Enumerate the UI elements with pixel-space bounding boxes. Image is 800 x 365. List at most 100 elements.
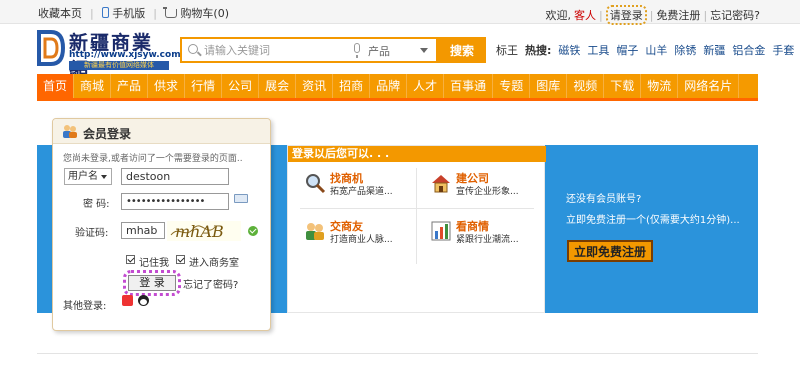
hot-label: 热搜: <box>525 44 552 57</box>
nav-item-gallery[interactable]: 图库 <box>530 74 568 98</box>
benefit-item[interactable]: 交商友 打造商业人脉... <box>302 218 422 258</box>
enter-office-label: 进入商务室 <box>189 258 239 269</box>
benefit-item[interactable]: 看商情 紧跟行业潮流... <box>428 218 548 258</box>
divider: | <box>153 6 157 20</box>
people-icon <box>306 223 324 240</box>
login-notice: 您尚未登录,或者访问了一个需要登录的页面.. <box>63 154 243 164</box>
house-icon <box>432 175 450 193</box>
benefit-item[interactable]: 找商机 拓宽产品渠道... <box>302 170 422 210</box>
benefit-item[interactable]: 建公司 宣传企业形象... <box>428 170 548 210</box>
hot-keyword[interactable]: 工具 <box>587 42 609 58</box>
benefits-title: 登录以后您可以. . . <box>288 146 546 162</box>
benefit-desc: 拓宽产品渠道... <box>330 187 393 197</box>
register-link[interactable]: 免费注册 <box>656 7 700 23</box>
chevron-down-icon[interactable] <box>420 48 428 53</box>
login-header: 会员登录 <box>53 119 270 144</box>
benefit-desc: 打造商业人脉... <box>330 235 393 245</box>
hot-keyword[interactable]: 山羊 <box>645 42 667 58</box>
login-type-select[interactable]: 用户名 <box>64 168 112 185</box>
login-link[interactable]: 请登录 <box>605 5 647 25</box>
other-login-label: 其他登录: <box>63 301 107 312</box>
nav-item-products[interactable]: 产品 <box>111 74 149 98</box>
search-category-select[interactable]: 产品 <box>368 43 390 59</box>
microphone-icon[interactable] <box>354 43 360 58</box>
nav-item-topics[interactable]: 专题 <box>493 74 531 98</box>
password-field[interactable]: •••••••••••••••• <box>121 193 229 210</box>
forgot-password-link[interactable]: 忘记密码? <box>710 7 760 23</box>
nav-item-news[interactable]: 资讯 <box>296 74 334 98</box>
hot-keyword[interactable]: 手套 <box>772 42 794 58</box>
magnifier-icon <box>306 174 326 194</box>
hot-prefix[interactable]: 标王 <box>496 42 518 58</box>
check-icon <box>248 226 258 236</box>
login-title: 会员登录 <box>83 127 132 141</box>
cart-label: 购物车(0) <box>180 7 230 20</box>
divider: | <box>649 8 654 22</box>
header: 新疆商業網 http://www.xjsyw.com 新疆最有价值网络媒体 产品… <box>0 24 800 81</box>
nav-item-exhibitions[interactable]: 展会 <box>259 74 297 98</box>
hot-keyword[interactable]: 除锈 <box>674 42 696 58</box>
captcha-label: 验证码: <box>75 228 109 239</box>
cart-link[interactable]: 购物车(0) <box>162 5 230 21</box>
hot-search: 标王 热搜: 磁铁 工具 帽子 山羊 除锈 新疆 铝合金 手套 鞋 <box>496 42 800 58</box>
divider: | <box>703 8 708 22</box>
benefits-panel: 登录以后您可以. . . 找商机 拓宽产品渠道... 建公司 宣传企业形象...… <box>287 145 548 313</box>
members-icon <box>63 125 77 138</box>
hot-keyword[interactable]: 铝合金 <box>732 42 765 58</box>
divider <box>37 353 758 354</box>
password-label: 密 码: <box>83 199 110 210</box>
captcha-image[interactable]: mhAB <box>167 221 241 241</box>
search-icon <box>188 44 198 54</box>
bookmark-link[interactable]: 收藏本页 <box>38 5 82 21</box>
top-bar-right: 欢迎, 客人 | 请登录 | 免费注册 | 忘记密码? <box>546 5 760 25</box>
nav-item-investment[interactable]: 招商 <box>333 74 371 98</box>
captcha-text: mhAB <box>175 222 224 241</box>
weibo-icon[interactable] <box>122 295 133 306</box>
enter-office-checkbox[interactable] <box>176 255 185 264</box>
username-field[interactable]: destoon <box>121 168 229 185</box>
nav-item-companies[interactable]: 公司 <box>222 74 260 98</box>
main-nav: 首页 商城 产品 供求 行情 公司 展会 资讯 招商 品牌 人才 百事通 专题 … <box>37 74 758 101</box>
nav-item-brands[interactable]: 品牌 <box>370 74 408 98</box>
hot-keyword[interactable]: 新疆 <box>703 42 725 58</box>
bar-chart-icon <box>431 221 451 241</box>
register-now-button[interactable]: 立即免费注册 <box>567 240 653 262</box>
top-bar-left: 收藏本页 | 手机版 | 购物车(0) <box>38 5 229 21</box>
nav-item-download[interactable]: 下载 <box>604 74 642 98</box>
logo-slogan: 新疆最有价值网络媒体 <box>69 61 169 70</box>
top-bar: 收藏本页 | 手机版 | 购物车(0) 欢迎, 客人 | 请登录 | 免费注册 … <box>0 0 800 25</box>
forgot-password-link[interactable]: 忘记了密码? <box>183 276 238 291</box>
phone-icon <box>101 7 109 18</box>
nav-item-supply[interactable]: 供求 <box>148 74 186 98</box>
benefit-desc: 紧跟行业潮流... <box>456 235 519 245</box>
mobile-link[interactable]: 手机版 <box>101 5 146 21</box>
hot-keyword[interactable]: 帽子 <box>616 42 638 58</box>
nav-item-quotes[interactable]: 行情 <box>185 74 223 98</box>
keyboard-icon[interactable] <box>234 194 248 203</box>
guest-name: 客人 <box>574 9 596 22</box>
captcha-field[interactable]: mhab <box>121 222 165 239</box>
social-login <box>122 295 150 309</box>
nav-item-namecard[interactable]: 网络名片 <box>678 74 740 98</box>
nav-item-mall[interactable]: 商城 <box>74 74 112 98</box>
remember-checkbox[interactable] <box>126 255 135 264</box>
hot-keyword[interactable]: 磁铁 <box>558 42 580 58</box>
register-subtitle: 立即免费注册一个(仅需要大约1分钟)... <box>566 215 740 226</box>
qq-icon[interactable] <box>138 295 149 306</box>
search-box: 产品 <box>180 37 438 63</box>
nav-item-logistics[interactable]: 物流 <box>641 74 679 98</box>
register-question: 还没有会员账号? <box>566 194 642 205</box>
search-button[interactable]: 搜索 <box>438 37 486 63</box>
login-button[interactable]: 登 录 <box>128 275 176 291</box>
logo-mark-icon <box>37 30 66 66</box>
mobile-label: 手机版 <box>112 7 146 20</box>
nav-item-home[interactable]: 首页 <box>37 74 75 98</box>
login-box: 会员登录 您尚未登录,或者访问了一个需要登录的页面.. 用户名 destoon … <box>52 118 271 331</box>
nav-item-video[interactable]: 视频 <box>567 74 605 98</box>
site-logo[interactable]: 新疆商業網 http://www.xjsyw.com 新疆最有价值网络媒体 <box>35 28 181 81</box>
remember-label: 记住我 <box>139 258 169 269</box>
logo-url: http://www.xjsyw.com <box>69 50 181 60</box>
nav-item-talent[interactable]: 人才 <box>407 74 445 98</box>
nav-item-knowhow[interactable]: 百事通 <box>444 74 494 98</box>
search-input[interactable] <box>204 42 354 59</box>
